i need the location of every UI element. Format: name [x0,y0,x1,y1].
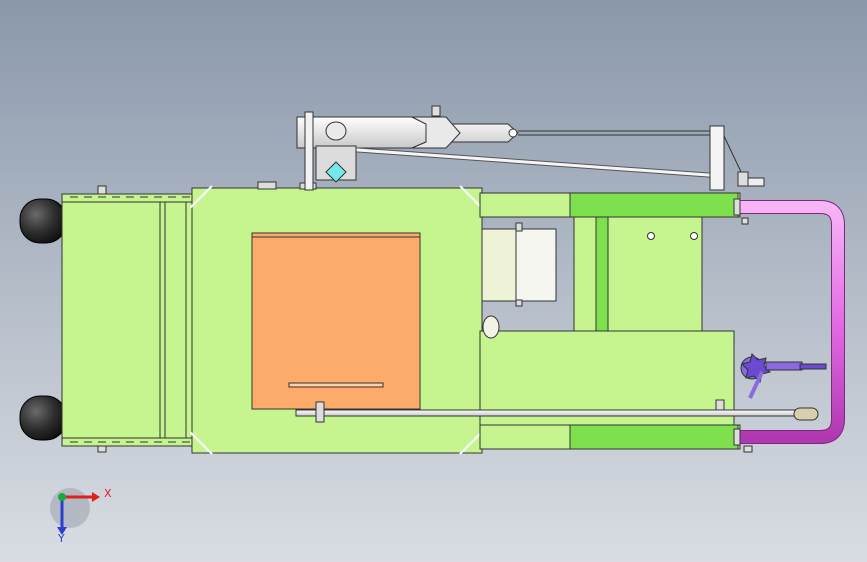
handle-arm [296,105,765,191]
valve-lever [740,353,827,399]
axis-y-label: Y [57,532,65,545]
cad-drawing: X Y [19,105,845,545]
wheel-top [19,198,67,244]
wheel-bottom [19,395,67,441]
axis-origin-icon [58,493,66,501]
control-box [481,222,557,339]
axis-triad: X Y [50,487,112,545]
axis-x-label: X [104,487,112,500]
cad-viewport[interactable]: X Y [0,0,867,562]
orange-panel [251,232,421,410]
